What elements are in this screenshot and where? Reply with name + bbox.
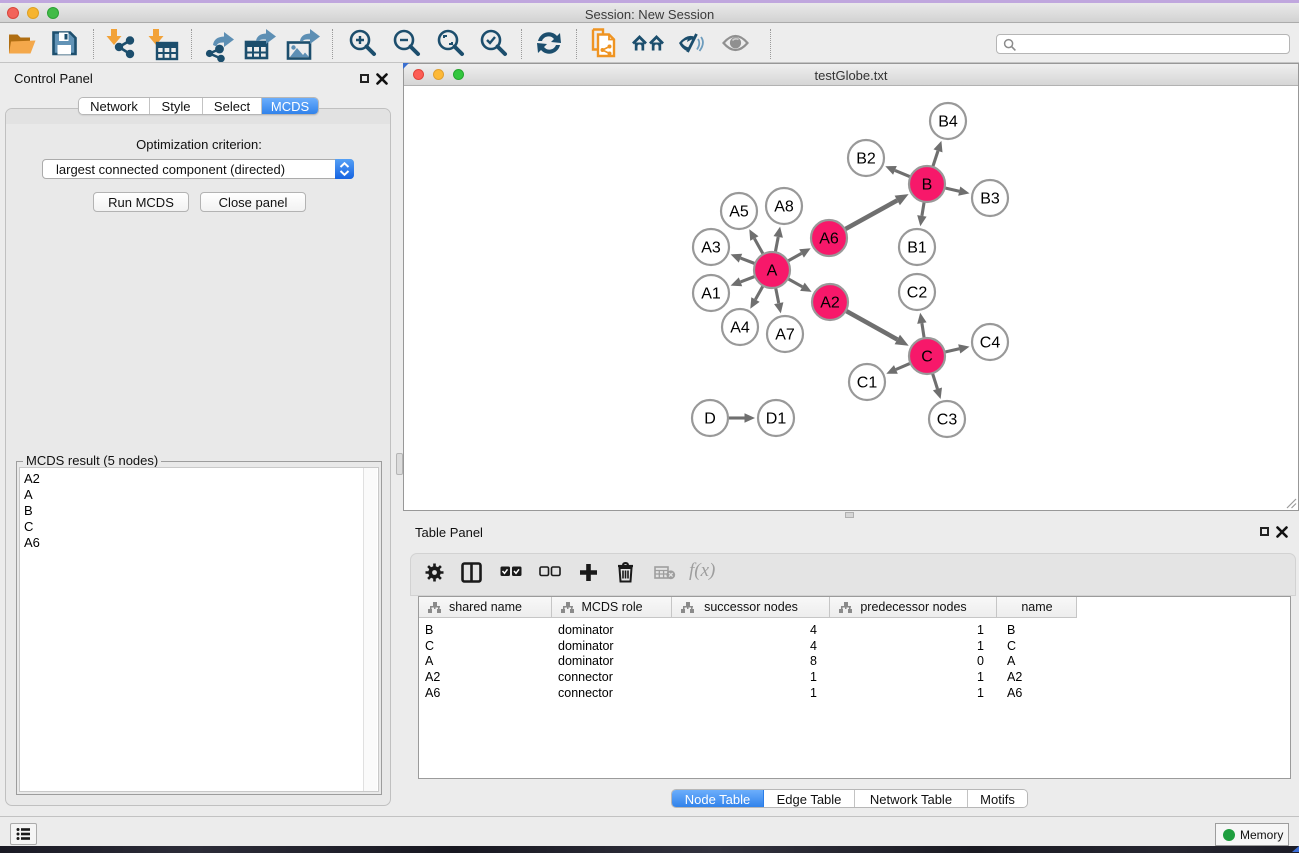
svg-text:B3: B3: [980, 191, 1000, 208]
svg-text:C4: C4: [980, 335, 1001, 352]
svg-text:A: A: [767, 263, 778, 280]
svg-text:C3: C3: [937, 412, 958, 429]
svg-text:A1: A1: [701, 286, 721, 303]
svg-text:D: D: [704, 411, 716, 428]
svg-text:A6: A6: [819, 231, 839, 248]
svg-text:C1: C1: [857, 375, 878, 392]
svg-text:A3: A3: [701, 240, 721, 257]
svg-text:B1: B1: [907, 240, 927, 257]
svg-text:C2: C2: [907, 285, 928, 302]
svg-text:B: B: [922, 177, 933, 194]
svg-text:A2: A2: [820, 295, 840, 312]
svg-text:C: C: [921, 349, 933, 366]
svg-text:D1: D1: [766, 411, 787, 428]
svg-text:A4: A4: [730, 320, 750, 337]
svg-text:A5: A5: [729, 204, 749, 221]
svg-text:A8: A8: [774, 199, 794, 216]
svg-text:B4: B4: [938, 114, 958, 131]
svg-text:B2: B2: [856, 151, 876, 168]
svg-text:A7: A7: [775, 327, 795, 344]
